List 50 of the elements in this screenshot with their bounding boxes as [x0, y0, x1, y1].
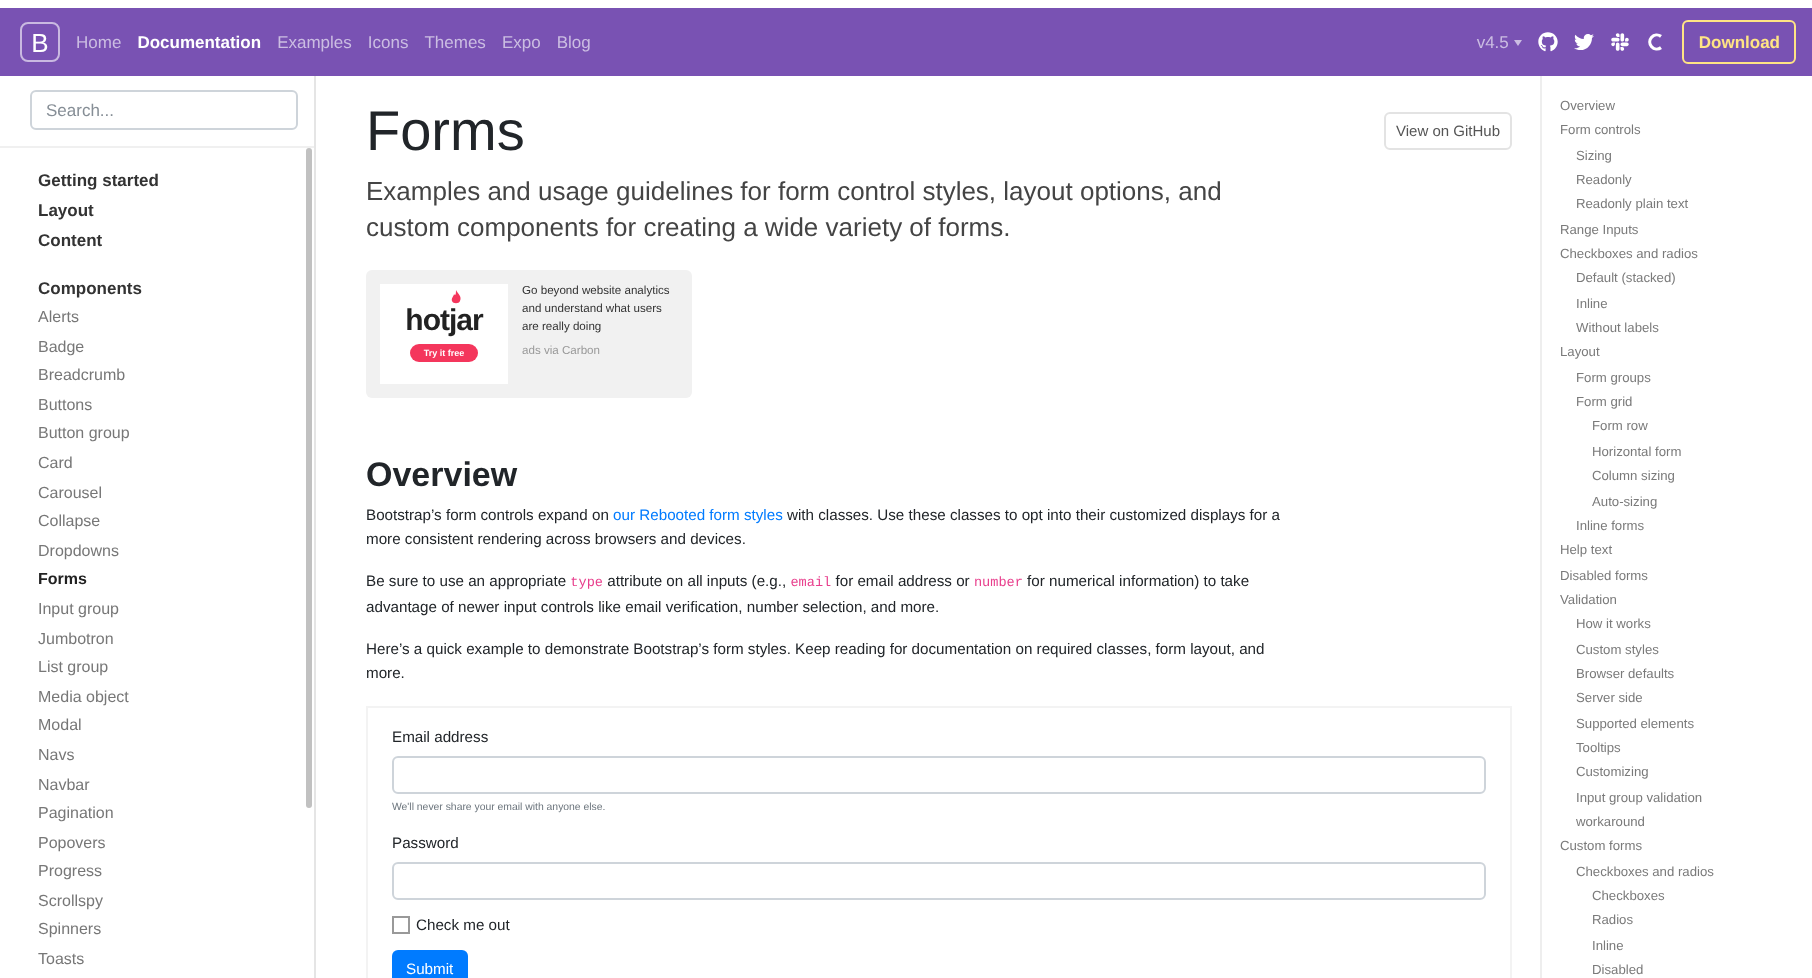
brand-logo[interactable]: B [20, 22, 60, 62]
sidebar-item[interactable]: Carousel [38, 479, 103, 509]
sidebar-section[interactable]: Layout [38, 196, 94, 226]
nav-link[interactable]: Documentation [137, 32, 262, 52]
sidebar-item[interactable]: Toasts [38, 946, 85, 976]
checkbox[interactable] [392, 916, 410, 934]
lead-text: Examples and usage guidelines for form control styles, layout options, and custom components for creating a wide variety of forms. [366, 174, 1224, 246]
sidebar-item[interactable]: Pagination [38, 800, 114, 830]
nav-link[interactable]: Expo [501, 32, 541, 52]
page-title: Forms [366, 100, 525, 164]
version-dropdown[interactable]: v4.5 [1476, 32, 1523, 52]
sidebar-item[interactable]: Popovers [38, 829, 106, 859]
sidebar-item[interactable]: Jumbotron [38, 625, 114, 655]
sidebar-item[interactable]: Spinners [38, 916, 102, 947]
sidebar-section[interactable]: Components [38, 274, 142, 304]
email-field[interactable] [392, 756, 1486, 794]
sidebar-section[interactable]: Content [38, 226, 103, 256]
nav-link[interactable]: Icons [367, 32, 409, 52]
search-field[interactable]: Search... [30, 90, 298, 130]
nav-link[interactable]: Examples [277, 32, 352, 52]
twitter-icon[interactable] [1574, 32, 1595, 52]
nav-link[interactable]: Blog [556, 32, 591, 52]
scrollbar[interactable] [306, 148, 312, 808]
sidebar-item[interactable]: Alerts [38, 304, 79, 334]
download-button[interactable]: Download [1682, 20, 1796, 64]
sidebar-item[interactable]: List group [38, 654, 109, 684]
sidebar-section[interactable]: Getting started [38, 166, 159, 196]
sidebar-item[interactable]: Media object [38, 683, 129, 713]
sidebar-item[interactable]: Progress [38, 858, 103, 888]
sidebar-item[interactable]: Forms [38, 566, 87, 596]
slack-icon[interactable] [1610, 32, 1631, 52]
sidebar-item[interactable]: Scrollspy [38, 887, 103, 917]
sidebar-item[interactable]: Buttons [38, 391, 93, 421]
section-heading: Overview [366, 456, 520, 496]
sidebar-item[interactable]: Dropdowns [38, 537, 119, 567]
sidebar-item[interactable]: Button group [38, 420, 130, 450]
sidebar-item[interactable]: Navbar [38, 771, 90, 801]
ad-logo: hotjar [405, 306, 483, 338]
password-field[interactable] [392, 862, 1486, 900]
nav-link[interactable]: Home [76, 32, 122, 52]
sidebar-item[interactable]: Card [38, 449, 73, 480]
flame-icon [450, 290, 462, 304]
sidebar-item[interactable]: Badge [38, 333, 85, 363]
sidebar-item[interactable]: Modal [38, 712, 82, 742]
sidebar-item[interactable]: Collapse [38, 508, 101, 538]
github-icon[interactable] [1538, 32, 1559, 52]
sidebar-item[interactable]: Navs [38, 741, 75, 771]
sidebar-item[interactable]: Input group [38, 595, 119, 626]
sidebar-item[interactable]: Breadcrumb [38, 362, 126, 392]
nav-link[interactable]: Themes [424, 32, 486, 52]
